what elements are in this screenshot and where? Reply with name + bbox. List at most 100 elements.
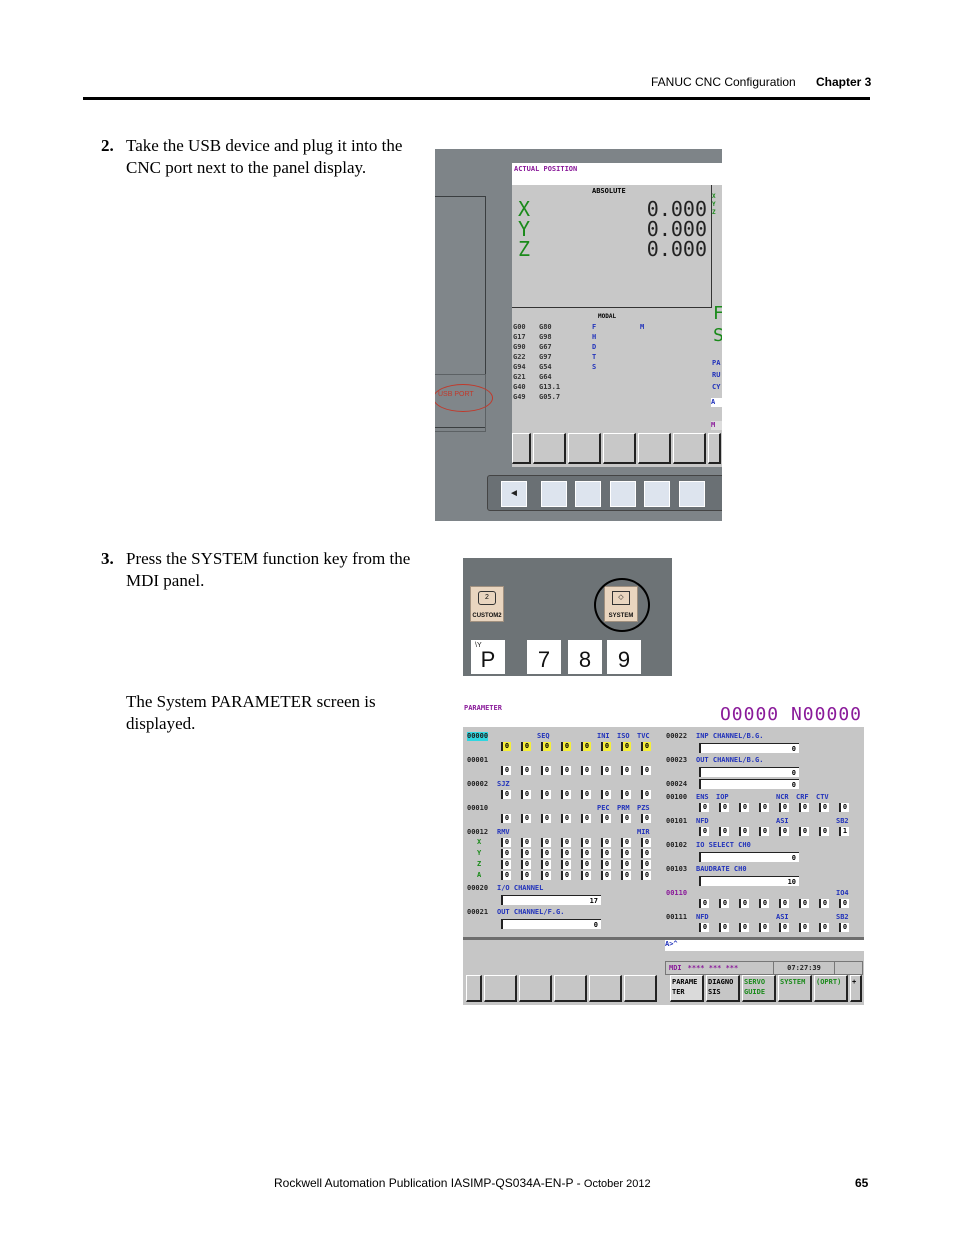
param-bit[interactable]: 0 — [581, 871, 591, 880]
softkey[interactable] — [512, 433, 531, 464]
param-bit[interactable]: 0 — [581, 790, 591, 799]
param-bit[interactable]: 0 — [521, 860, 531, 869]
param-bit[interactable]: 0 — [759, 803, 769, 812]
param-bit[interactable]: 0 — [839, 923, 849, 932]
param-bit[interactable]: 0 — [581, 860, 591, 869]
param-bit[interactable]: 0 — [779, 923, 789, 932]
param-bit[interactable]: 0 — [641, 871, 651, 880]
back-arrow-key[interactable]: ◄ — [501, 481, 527, 507]
param-bit[interactable]: 0 — [739, 827, 749, 836]
param-bit[interactable]: 0 — [621, 871, 631, 880]
param-bit[interactable]: 0 — [621, 838, 631, 847]
param-bit[interactable]: 0 — [601, 766, 611, 775]
param-bit[interactable]: 0 — [839, 899, 849, 908]
hardware-softkey[interactable] — [575, 481, 601, 507]
key-8[interactable]: 8 — [568, 640, 602, 674]
hardware-softkey[interactable] — [679, 481, 705, 507]
param-value-field[interactable]: 0 — [699, 852, 799, 862]
param-bit[interactable]: 0 — [621, 860, 631, 869]
key-7[interactable]: 7 — [527, 640, 561, 674]
softkey[interactable] — [624, 975, 657, 1002]
param-bit[interactable]: 0 — [799, 923, 809, 932]
softkey-oprt[interactable]: (OPRT) — [814, 975, 848, 1002]
param-bit[interactable]: 0 — [601, 742, 611, 751]
param-bit[interactable]: 0 — [601, 871, 611, 880]
softkey[interactable] — [568, 433, 601, 464]
param-bit[interactable]: 0 — [561, 838, 571, 847]
param-bit[interactable]: 0 — [501, 790, 511, 799]
param-bit[interactable]: 0 — [699, 923, 709, 932]
param-bit[interactable]: 0 — [521, 871, 531, 880]
param-bit[interactable]: 0 — [521, 790, 531, 799]
param-bit[interactable]: 0 — [699, 827, 709, 836]
param-bit[interactable]: 0 — [501, 860, 511, 869]
param-bit[interactable]: 0 — [799, 827, 809, 836]
param-bit[interactable]: 0 — [779, 803, 789, 812]
param-bit[interactable]: 0 — [621, 814, 631, 823]
param-bit[interactable]: 0 — [719, 923, 729, 932]
param-value-field[interactable]: 0 — [699, 779, 799, 789]
softkey-servo-guide[interactable]: SERVO GUIDE — [742, 975, 776, 1002]
softkey[interactable] — [673, 433, 706, 464]
param-bit[interactable]: 0 — [641, 742, 651, 751]
param-bit[interactable]: 0 — [501, 742, 511, 751]
param-bit[interactable]: 0 — [641, 838, 651, 847]
softkey-system[interactable]: SYSTEM — [778, 975, 812, 1002]
param-bit[interactable]: 0 — [521, 742, 531, 751]
param-bit[interactable]: 1 — [839, 827, 849, 836]
param-bit[interactable]: 0 — [501, 849, 511, 858]
param-bit[interactable]: 0 — [541, 860, 551, 869]
softkey[interactable] — [589, 975, 622, 1002]
param-bit[interactable]: 0 — [561, 790, 571, 799]
param-bit[interactable]: 0 — [581, 814, 591, 823]
param-value-field[interactable]: 17 — [501, 895, 601, 905]
softkey[interactable] — [603, 433, 636, 464]
param-bit[interactable]: 0 — [541, 838, 551, 847]
param-bit[interactable]: 0 — [739, 803, 749, 812]
param-bit[interactable]: 0 — [799, 899, 809, 908]
param-bit[interactable]: 0 — [541, 849, 551, 858]
param-bit[interactable]: 0 — [641, 814, 651, 823]
softkey[interactable] — [484, 975, 517, 1002]
param-bit[interactable]: 0 — [601, 790, 611, 799]
key-9[interactable]: 9 — [607, 640, 641, 674]
softkey-diagnosis[interactable]: DIAGNO SIS — [706, 975, 740, 1002]
param-bit[interactable]: 0 — [541, 871, 551, 880]
param-value-field[interactable]: 0 — [699, 767, 799, 777]
param-bit[interactable]: 0 — [621, 742, 631, 751]
param-bit[interactable]: 0 — [621, 790, 631, 799]
param-bit[interactable]: 0 — [719, 803, 729, 812]
softkey[interactable] — [554, 975, 587, 1002]
param-bit[interactable]: 0 — [501, 814, 511, 823]
param-bit[interactable]: 0 — [601, 838, 611, 847]
param-bit[interactable]: 0 — [719, 827, 729, 836]
param-bit[interactable]: 0 — [779, 899, 789, 908]
param-bit[interactable]: 0 — [521, 838, 531, 847]
param-bit[interactable]: 0 — [521, 849, 531, 858]
param-bit[interactable]: 0 — [601, 860, 611, 869]
softkey[interactable] — [533, 433, 566, 464]
param-bit[interactable]: 0 — [501, 838, 511, 847]
param-bit[interactable]: 0 — [541, 766, 551, 775]
hardware-softkey[interactable] — [541, 481, 567, 507]
command-line[interactable]: A>^ — [665, 940, 864, 951]
param-bit[interactable]: 0 — [501, 766, 511, 775]
param-bit[interactable]: 0 — [779, 827, 789, 836]
param-value-field[interactable]: 0 — [699, 743, 799, 753]
hardware-softkey[interactable] — [644, 481, 670, 507]
key-p[interactable]: \Y P — [471, 640, 505, 674]
param-bit[interactable]: 0 — [699, 803, 709, 812]
param-bit[interactable]: 0 — [561, 766, 571, 775]
param-bit[interactable]: 0 — [501, 871, 511, 880]
param-bit[interactable]: 0 — [521, 766, 531, 775]
param-bit[interactable]: 0 — [621, 766, 631, 775]
softkey[interactable] — [519, 975, 552, 1002]
param-value-field[interactable]: 0 — [501, 919, 601, 929]
param-bit[interactable]: 0 — [581, 742, 591, 751]
param-bit[interactable]: 0 — [641, 849, 651, 858]
custom2-key[interactable]: 2 CUSTOM2 — [470, 586, 504, 622]
param-bit[interactable]: 0 — [581, 838, 591, 847]
param-bit[interactable]: 0 — [799, 803, 809, 812]
param-bit[interactable]: 0 — [641, 766, 651, 775]
param-bit[interactable]: 0 — [759, 923, 769, 932]
